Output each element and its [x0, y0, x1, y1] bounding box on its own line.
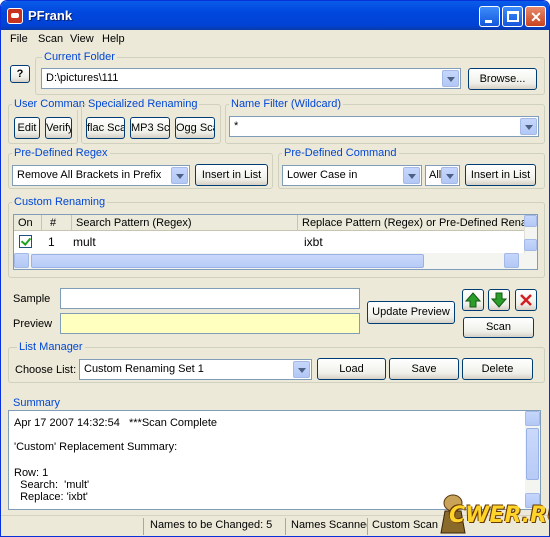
column-header-on[interactable]: On [14, 215, 42, 231]
verify-button[interactable]: Verify [45, 117, 72, 139]
scan-button[interactable]: Scan [463, 317, 534, 338]
scroll-up-icon[interactable] [525, 411, 540, 426]
pfrank-window: PFrank ✕ File Scan View Help ? Current F… [0, 0, 550, 537]
mp3-scan-button[interactable]: MP3 Scan [130, 117, 170, 139]
move-up-button[interactable] [462, 289, 484, 311]
summary-line: Search: 'mult' [14, 479, 90, 491]
current-folder-combo[interactable]: D:\pictures\111 [41, 68, 461, 89]
arrow-down-icon [490, 292, 508, 308]
window-title: PFrank [28, 8, 73, 23]
row-number: 1 [48, 235, 55, 249]
status-names-changed: Names to be Changed: 5 [150, 519, 273, 531]
scroll-down-icon[interactable] [524, 239, 537, 251]
chevron-down-icon[interactable] [520, 118, 537, 135]
summary-line: Apr 17 2007 14:32:54 ***Scan Complete [14, 417, 218, 429]
row-replace-pattern[interactable]: ixbt [300, 233, 327, 251]
name-filter-value: * [234, 120, 239, 132]
column-header-replace[interactable]: Replace Pattern (Regex) or Pre-Defined R… [298, 215, 526, 231]
chevron-down-icon[interactable] [293, 361, 310, 378]
command-insert-button[interactable]: Insert in List [465, 164, 536, 186]
regex-insert-button[interactable]: Insert in List [195, 164, 268, 186]
custom-renaming-table: On # Search Pattern (Regex) Replace Patt… [13, 214, 538, 270]
load-button[interactable]: Load [317, 358, 386, 380]
status-names-scanned: Names Scanned [291, 519, 367, 531]
chevron-down-icon[interactable] [403, 167, 420, 184]
minimize-button[interactable] [479, 6, 500, 27]
sample-label: Sample [13, 293, 51, 305]
scroll-right-icon[interactable] [504, 253, 519, 268]
current-folder-label: Current Folder [42, 51, 117, 63]
summary-line: Row: 1 [14, 467, 49, 479]
status-divider [143, 518, 144, 535]
current-folder-value: D:\pictures\111 [46, 72, 119, 84]
save-button[interactable]: Save [389, 358, 459, 380]
preview-label: Preview [13, 318, 53, 330]
predefined-regex-value: Remove All Brackets in Prefix [17, 169, 162, 181]
menu-view[interactable]: View [70, 33, 94, 45]
chevron-down-icon[interactable] [171, 167, 188, 184]
scroll-left-icon[interactable] [14, 253, 29, 268]
user-commands-label: User Comman [12, 98, 87, 110]
move-down-button[interactable] [488, 289, 510, 311]
browse-button[interactable]: Browse... [468, 68, 537, 90]
close-icon: ✕ [530, 9, 542, 25]
delete-button[interactable]: Delete [462, 358, 533, 380]
maximize-button[interactable] [502, 6, 523, 27]
scrollbar-thumb[interactable] [31, 254, 424, 268]
column-header-search[interactable]: Search Pattern (Regex) [72, 215, 298, 231]
name-filter-label: Name Filter (Wildcard) [229, 98, 344, 110]
name-filter-combo[interactable]: * [229, 116, 539, 137]
update-preview-button[interactable]: Update Preview [367, 301, 455, 324]
ogg-scan-button[interactable]: Ogg Scan [175, 117, 215, 139]
title-bar[interactable]: PFrank ✕ [1, 1, 549, 30]
table-horizontal-scrollbar[interactable] [14, 253, 537, 269]
row-on-checkbox[interactable] [19, 235, 32, 248]
choose-list-value: Custom Renaming Set 1 [84, 363, 204, 375]
summary-line: Replace: 'ixbt' [14, 491, 88, 503]
watermark-logo: CWER.RU [431, 489, 549, 536]
choose-list-label: Choose List: [15, 364, 77, 376]
predefined-regex-combo[interactable]: Remove All Brackets in Prefix [12, 165, 190, 186]
command-scope-value: All [429, 169, 442, 181]
arrow-up-icon [464, 292, 482, 308]
scroll-up-icon[interactable] [524, 215, 537, 227]
table-vertical-scrollbar[interactable] [524, 215, 537, 253]
list-manager-label: List Manager [17, 341, 85, 353]
chevron-down-icon[interactable] [441, 167, 458, 184]
preview-field[interactable] [60, 313, 360, 334]
summary-line: 'Custom' Replacement Summary: [14, 441, 178, 453]
menu-file[interactable]: File [10, 33, 28, 45]
row-search-pattern[interactable]: mult [69, 233, 100, 251]
delete-x-icon [520, 294, 532, 306]
status-divider [367, 518, 368, 535]
watermark-text: CWER.RU [449, 503, 549, 528]
predefined-command-combo[interactable]: Lower Case in [282, 165, 422, 186]
help-button[interactable]: ? [10, 65, 30, 83]
minimize-icon [485, 20, 492, 23]
delete-row-button[interactable] [515, 289, 537, 311]
menu-help[interactable]: Help [102, 33, 125, 45]
status-custom-scan: Custom Scan D [372, 519, 438, 531]
predefined-command-value: Lower Case in [287, 169, 358, 181]
status-divider [285, 518, 286, 535]
flac-scan-button[interactable]: flac Scan [86, 117, 125, 139]
edit-button[interactable]: Edit [14, 117, 40, 139]
custom-renaming-label: Custom Renaming [12, 196, 108, 208]
command-scope-combo[interactable]: All [425, 165, 460, 186]
menu-scan[interactable]: Scan [38, 33, 63, 45]
column-header-number[interactable]: # [42, 215, 72, 231]
maximize-icon [507, 11, 519, 22]
close-button[interactable]: ✕ [525, 6, 546, 27]
menu-bar: File Scan View Help [1, 30, 549, 48]
summary-label: Summary [13, 397, 61, 409]
scrollbar-thumb[interactable] [526, 428, 539, 480]
sample-field[interactable] [60, 288, 360, 309]
chevron-down-icon[interactable] [442, 70, 459, 87]
predefined-command-label: Pre-Defined Command [282, 147, 399, 159]
predefined-regex-label: Pre-Defined Regex [12, 147, 110, 159]
app-icon [7, 8, 23, 24]
specialized-renaming-label: Specialized Renaming [86, 98, 200, 110]
choose-list-combo[interactable]: Custom Renaming Set 1 [79, 359, 312, 380]
